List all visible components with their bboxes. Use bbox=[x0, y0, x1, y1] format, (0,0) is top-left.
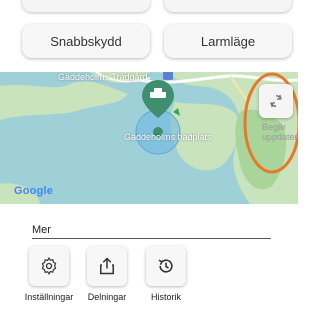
refresh-label: Begär uppdatering bbox=[262, 122, 298, 142]
larmlage-label: Larmläge bbox=[200, 33, 256, 49]
snabbskydd-label: Snabbskydd bbox=[50, 33, 122, 49]
settings-button[interactable] bbox=[29, 246, 69, 286]
more-section-divider bbox=[32, 238, 271, 239]
larmlage-button[interactable]: Larmläge bbox=[164, 24, 292, 58]
gear-icon bbox=[41, 256, 57, 276]
top-right-button[interactable] bbox=[164, 0, 292, 12]
snabbskydd-button[interactable]: Snabbskydd bbox=[22, 24, 150, 58]
share-label: Delningar bbox=[87, 292, 127, 302]
history-button[interactable] bbox=[146, 246, 186, 286]
history-icon bbox=[158, 259, 173, 273]
google-logo-text: Google bbox=[14, 185, 54, 197]
history-label: Historik bbox=[150, 292, 182, 302]
place-label-beach: Gäddeholms badplats bbox=[124, 132, 212, 142]
top-left-button[interactable] bbox=[22, 0, 150, 12]
refresh-icon bbox=[270, 94, 282, 108]
place-label-garden: Gäddeholms Trädgård bbox=[58, 72, 148, 82]
refresh-button[interactable] bbox=[259, 84, 293, 118]
settings-label: Inställningar bbox=[24, 292, 74, 302]
more-section-title: Mer bbox=[32, 224, 51, 236]
share-button[interactable] bbox=[87, 246, 127, 286]
google-logo: Google bbox=[14, 185, 53, 197]
share-icon bbox=[100, 257, 114, 275]
